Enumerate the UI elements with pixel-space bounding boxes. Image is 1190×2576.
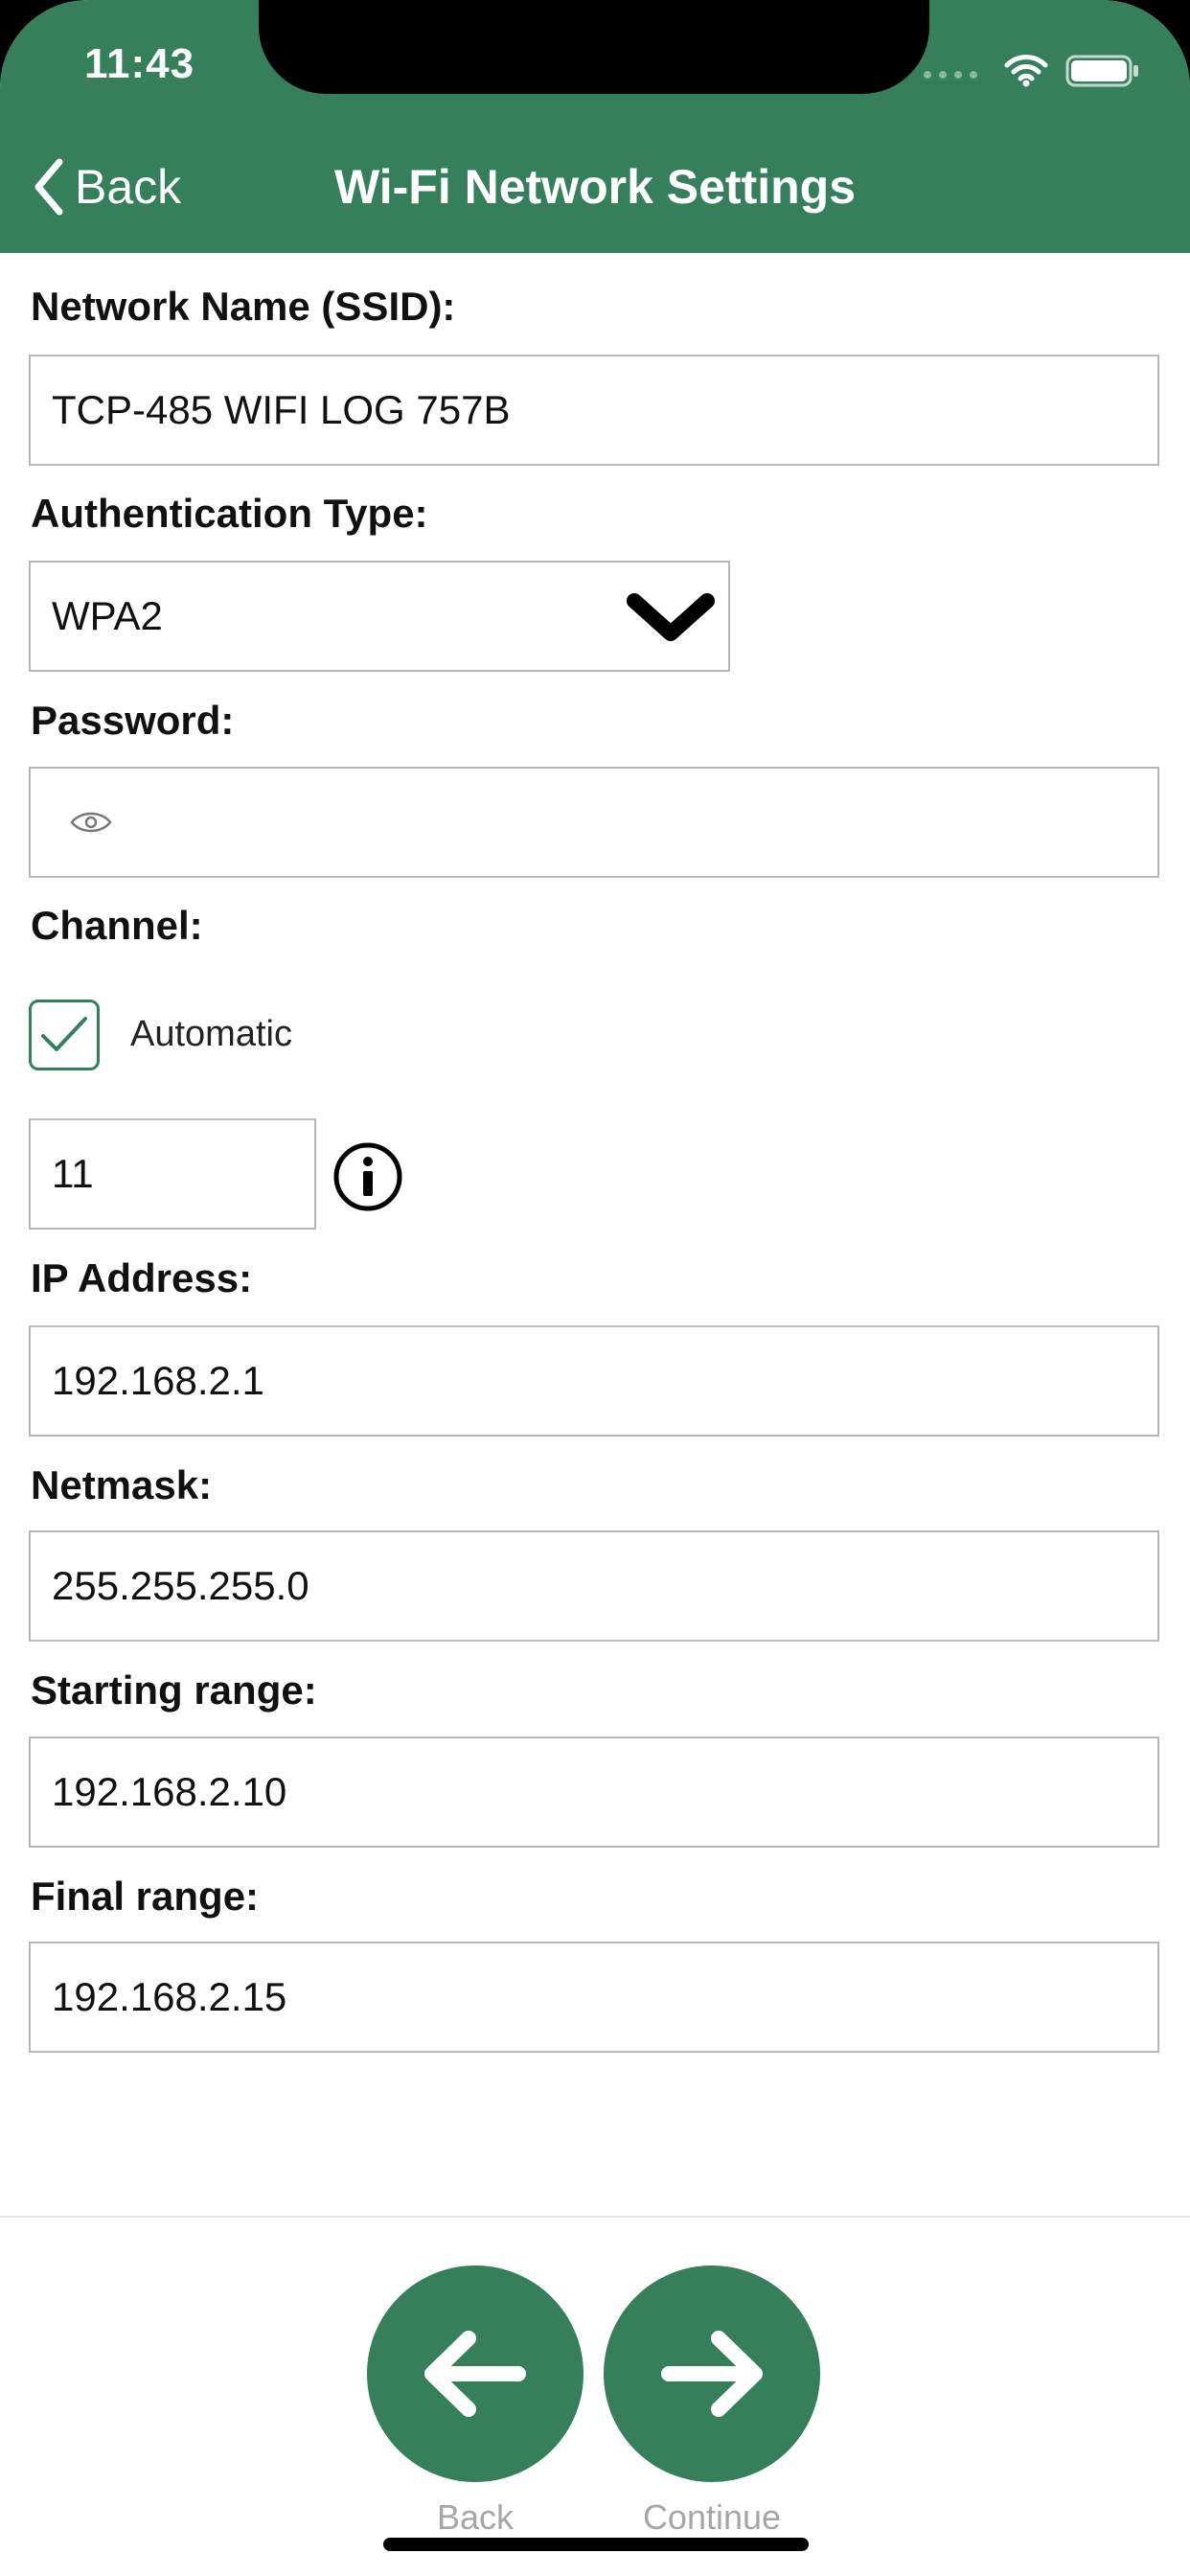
notch <box>259 0 929 94</box>
arrow-right-icon <box>661 2331 763 2417</box>
wifi-icon <box>1004 55 1048 87</box>
screen: 11:43 Back Wi-Fi Network Settings Networ… <box>0 0 1190 2576</box>
ssid-input[interactable]: TCP-485 WIFI LOG 757B <box>29 355 1159 466</box>
ip-address-label: IP Address: <box>31 1255 253 1300</box>
password-input[interactable] <box>29 767 1159 878</box>
starting-range-label: Starting range: <box>31 1668 317 1713</box>
final-range-value: 192.168.2.15 <box>52 1974 287 2019</box>
auth-type-select[interactable]: WPA2 <box>29 561 730 672</box>
info-icon[interactable] <box>332 1140 404 1213</box>
status-icons <box>922 52 1140 90</box>
automatic-label: Automatic <box>130 1014 292 1054</box>
arrow-left-icon <box>424 2331 526 2417</box>
battery-icon <box>1065 55 1138 87</box>
channel-input[interactable]: 11 <box>29 1118 316 1230</box>
auth-type-value: WPA2 <box>52 593 163 638</box>
starting-range-value: 192.168.2.10 <box>52 1769 287 1814</box>
bottom-divider <box>0 2216 1190 2218</box>
ssid-value: TCP-485 WIFI LOG 757B <box>52 387 511 432</box>
netmask-input[interactable]: 255.255.255.0 <box>29 1530 1159 1642</box>
netmask-label: Netmask: <box>31 1462 213 1507</box>
starting-range-input[interactable]: 192.168.2.10 <box>29 1736 1159 1848</box>
page-title: Wi-Fi Network Settings <box>333 160 857 214</box>
ssid-label: Network Name (SSID): <box>31 284 456 329</box>
signal-icon <box>924 71 977 79</box>
auth-type-label: Authentication Type: <box>31 491 428 536</box>
phone-frame: 11:43 Back Wi-Fi Network Settings Networ… <box>0 0 1190 2576</box>
header-bar: 11:43 Back Wi-Fi Network Settings <box>0 0 1190 253</box>
eye-icon[interactable] <box>69 809 113 836</box>
channel-label: Channel: <box>31 903 203 948</box>
channel-value: 11 <box>52 1151 94 1196</box>
final-range-input[interactable]: 192.168.2.15 <box>29 1942 1159 2053</box>
home-indicator[interactable] <box>383 2538 809 2551</box>
continue-caption: Continue <box>642 2497 782 2537</box>
automatic-checkbox[interactable] <box>29 1000 100 1070</box>
password-label: Password: <box>31 698 235 743</box>
checkmark-icon <box>41 1017 87 1051</box>
ip-address-input[interactable]: 192.168.2.1 <box>29 1325 1159 1437</box>
chevron-down-icon[interactable] <box>625 584 717 651</box>
final-range-label: Final range: <box>31 1874 260 1919</box>
netmask-value: 255.255.255.0 <box>52 1563 309 1608</box>
back-button[interactable] <box>367 2266 584 2482</box>
continue-button[interactable] <box>604 2266 820 2482</box>
status-time: 11:43 <box>84 40 195 87</box>
ip-address-value: 192.168.2.1 <box>52 1358 264 1403</box>
